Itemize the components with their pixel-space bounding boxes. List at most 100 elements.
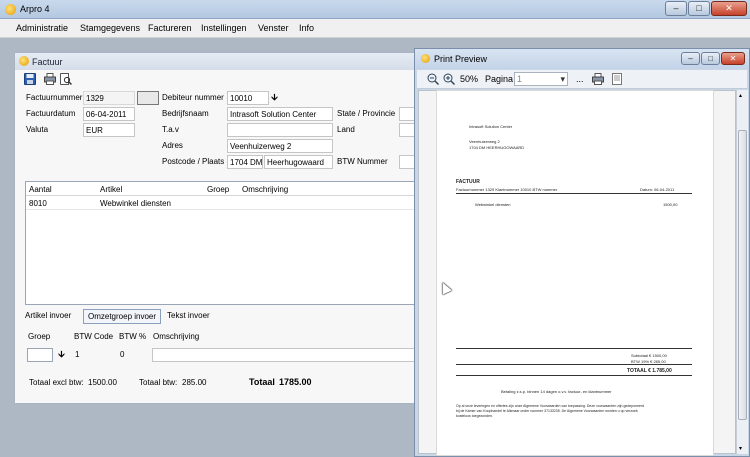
cell-artikel[interactable]: Webwinkel diensten	[100, 199, 171, 208]
doc-rule	[456, 364, 692, 365]
label-postcode-plaats: Postcode / Plaats	[162, 157, 225, 166]
label-tav: T.a.v	[162, 125, 179, 134]
label-totaal-btw: Totaal btw:	[139, 378, 178, 387]
label-state: State / Provincie	[337, 109, 396, 118]
debiteur-dropdown-icon[interactable]: 🡫	[268, 91, 281, 105]
doc-rule	[456, 348, 692, 349]
label-adres: Adres	[162, 141, 183, 150]
doc-rule	[456, 375, 692, 376]
factuurnummer-field[interactable]: 1329	[83, 91, 135, 105]
menu-factureren[interactable]: Factureren	[148, 23, 192, 33]
print-icon[interactable]	[44, 73, 56, 85]
close-button[interactable]: ✕	[711, 1, 747, 16]
doc-totaal: TOTAAL € 1.785,00	[627, 368, 672, 374]
label-btw-code: BTW Code	[74, 332, 114, 341]
label-bedrijfsnaam: Bedrijfsnaam	[162, 109, 209, 118]
doc-company: Intrasoft Solution Center	[469, 124, 513, 129]
page-dropdown-icon[interactable]: ▾	[560, 74, 565, 85]
doc-terms-1: Op al onze leveringen en offertes zijn o…	[456, 404, 645, 408]
zoom-level[interactable]: 50%	[460, 74, 478, 84]
preview-window-icon	[421, 54, 430, 63]
page-label: Pagina	[485, 74, 514, 84]
label-debiteurnummer: Debiteur nummer	[162, 93, 224, 102]
preview-title: Print Preview	[434, 54, 488, 64]
preview-scrollbar[interactable]: ▴ ▾	[736, 90, 748, 454]
tab-artikel-invoer[interactable]: Artikel invoer	[21, 309, 75, 324]
doc-line-amount: 1500,00	[663, 202, 678, 207]
col-groep[interactable]: Groep	[207, 185, 229, 194]
print-preview-window: Print Preview – □ ✕ 50% Pagina 1 ▾ ... I…	[414, 48, 750, 457]
doc-line-desc: Webwinkel diensten	[475, 202, 511, 207]
page-select[interactable]: 1 ▾	[514, 72, 568, 86]
preview-toolbar: 50% Pagina 1 ▾ ...	[417, 70, 747, 89]
menu-info[interactable]: Info	[299, 23, 314, 33]
label-btw-pct: BTW %	[119, 332, 147, 341]
plaats-field[interactable]: Heerhugowaard	[264, 155, 333, 169]
menu-bar: Administratie Stamgegevens Factureren In…	[0, 19, 750, 38]
more-button[interactable]: ...	[576, 74, 584, 84]
page-setup-icon[interactable]	[612, 73, 622, 85]
maximize-button[interactable]: □	[688, 1, 710, 16]
factuurnummer-lookup[interactable]	[137, 91, 159, 105]
zoom-in-icon[interactable]	[443, 73, 455, 85]
cell-aantal[interactable]: 8010	[29, 199, 47, 208]
preview-maximize-button[interactable]: □	[701, 52, 720, 65]
col-artikel[interactable]: Artikel	[100, 185, 122, 194]
adres-field[interactable]: Veenhuizerweg 2	[227, 139, 333, 153]
preview-print-icon[interactable]	[592, 73, 604, 85]
grid-header: Aantal Artikel Groep Omschrijving	[26, 182, 424, 196]
tab-tekst-invoer[interactable]: Tekst invoer	[163, 309, 214, 324]
save-icon[interactable]	[24, 73, 36, 85]
preview-page: Intrasoft Solution Center Veenhuizerweg …	[437, 91, 713, 455]
doc-payment: Betaling z.s.p. binnen 14 dagen o.v.v. f…	[501, 389, 612, 394]
doc-meta-left: Factuurnummer 1329 Klantnummer 10010 BTW…	[456, 187, 558, 192]
debiteurnummer-field[interactable]: 10010	[227, 91, 269, 105]
scrollbar-thumb[interactable]	[738, 130, 747, 420]
doc-subtotaal: Subtotaal € 1500,00	[631, 353, 667, 358]
label-btw-nummer: BTW Nummer	[337, 157, 388, 166]
menu-venster[interactable]: Venster	[258, 23, 289, 33]
print-preview-icon[interactable]	[60, 73, 72, 85]
menu-administratie[interactable]: Administratie	[16, 23, 68, 33]
btw-pct-value: 0	[120, 350, 125, 359]
totaal-btw-value: 285.00	[182, 378, 207, 387]
valuta-field[interactable]: EUR	[83, 123, 135, 137]
page-select-value: 1	[517, 74, 523, 84]
app-title: Arpro 4	[20, 4, 50, 14]
factuurdatum-field[interactable]: 06-04-2011	[83, 107, 135, 121]
postcode-field[interactable]: 1704 DM	[227, 155, 263, 169]
menu-stamgegevens[interactable]: Stamgegevens	[80, 23, 140, 33]
omschrijving-field[interactable]	[152, 348, 434, 362]
col-aantal[interactable]: Aantal	[29, 185, 52, 194]
groep-dropdown-icon[interactable]: 🡫	[55, 348, 68, 362]
minimize-button[interactable]: –	[665, 1, 687, 16]
tab-omzetgroep-invoer[interactable]: Omzetgroep invoer	[83, 309, 162, 324]
label-totaal-excl: Totaal excl btw:	[29, 378, 84, 387]
doc-meta-right: Datum: 06-04-2011	[640, 187, 675, 192]
col-omschrijving[interactable]: Omschrijving	[242, 185, 288, 194]
invoice-lines-grid[interactable]: Aantal Artikel Groep Omschrijving 8010 W…	[25, 181, 425, 305]
preview-minimize-button[interactable]: –	[681, 52, 700, 65]
doc-address2: 1704 DM HEERHUGOWAARD	[469, 145, 525, 150]
zoom-out-icon[interactable]	[427, 73, 439, 85]
preview-close-button[interactable]: ✕	[721, 52, 745, 65]
scroll-up-icon[interactable]: ▴	[739, 92, 742, 99]
groep-select[interactable]	[27, 348, 53, 362]
menu-instellingen[interactable]: Instellingen	[201, 23, 247, 33]
doc-address1: Veenhuizerweg 2	[469, 139, 500, 144]
tav-field[interactable]	[227, 123, 333, 137]
doc-heading: FACTUUR	[456, 179, 480, 185]
doc-terms-2: bij de Kamer van Koophandel te Alkmaar o…	[456, 409, 638, 413]
factuur-title-bar: Factuur	[15, 53, 433, 70]
bedrijfsnaam-field[interactable]: Intrasoft Solution Center	[227, 107, 333, 121]
preview-canvas[interactable]: Intrasoft Solution Center Veenhuizerweg …	[418, 90, 736, 455]
scroll-down-icon[interactable]: ▾	[739, 445, 742, 452]
table-row[interactable]: 8010 Webwinkel diensten	[26, 197, 424, 210]
doc-terms-3: kosteloos toegezonden.	[456, 414, 493, 418]
factuur-title: Factuur	[32, 57, 63, 67]
label-groep: Groep	[28, 332, 51, 341]
label-factuurdatum: Factuurdatum	[26, 109, 76, 118]
app-icon	[5, 4, 16, 15]
totaal-value: 1785.00	[279, 377, 312, 387]
totaal-excl-value: 1500.00	[88, 378, 117, 387]
